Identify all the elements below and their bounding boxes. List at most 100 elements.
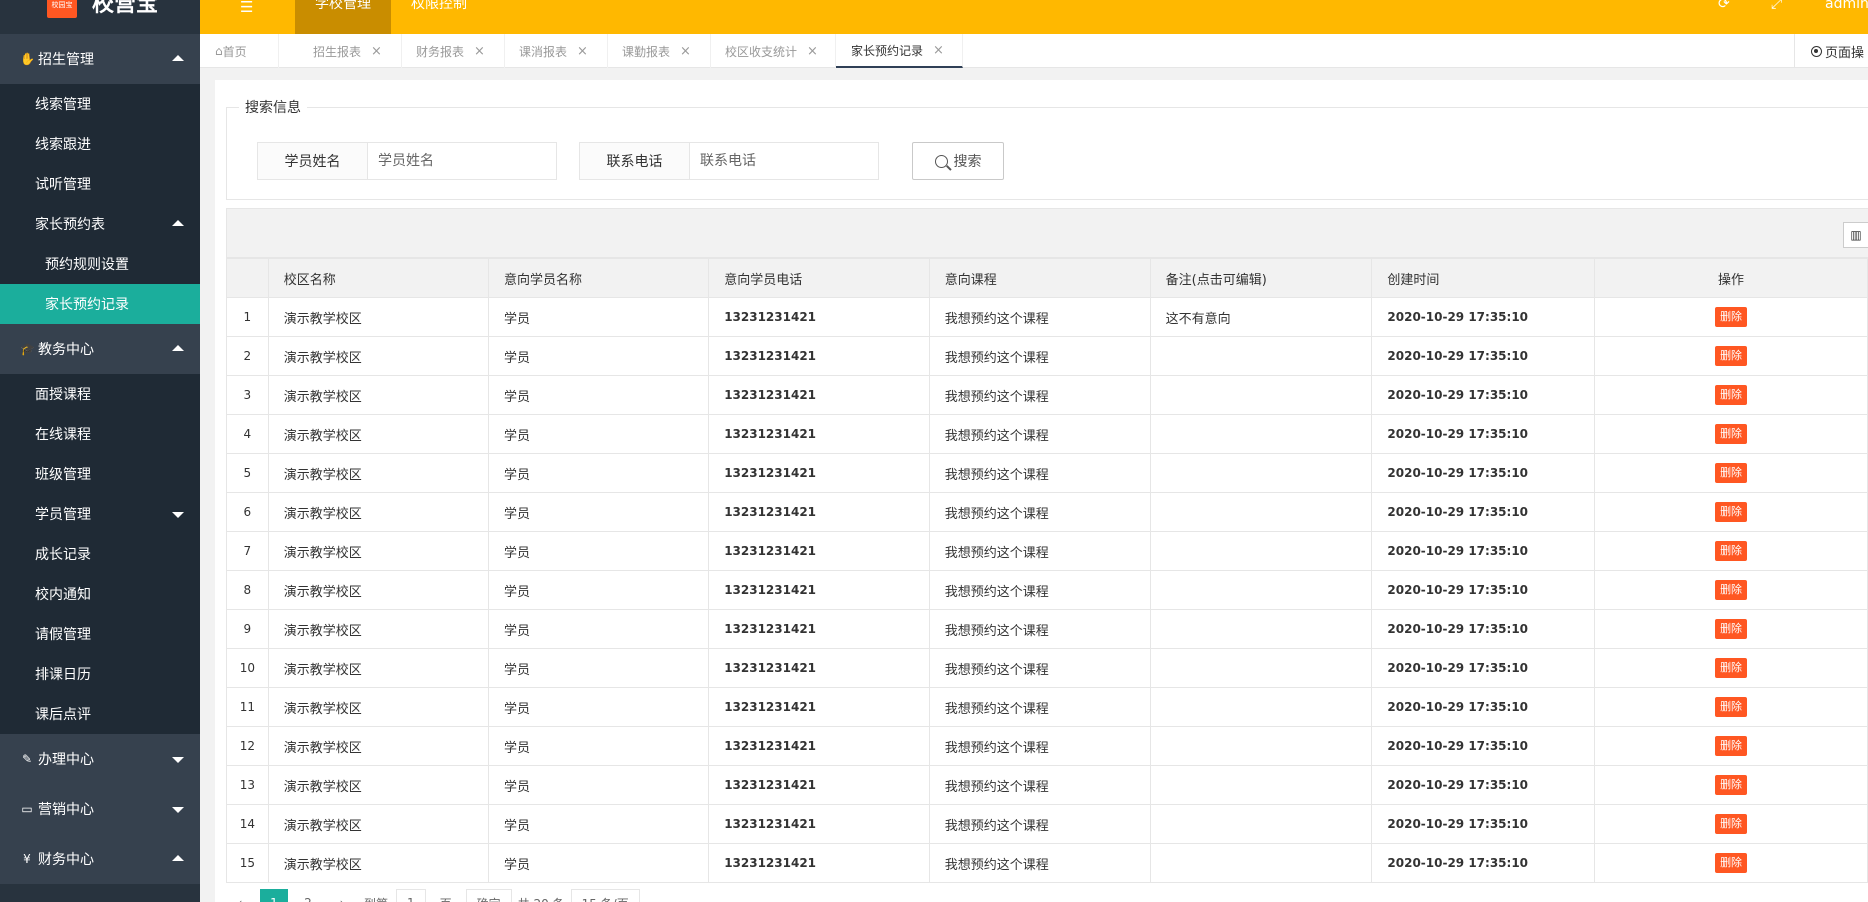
tab-home[interactable]: ⌂ 首页 [200,34,279,68]
search-button[interactable]: 搜索 [912,142,1004,180]
note-cell[interactable] [1149,336,1373,376]
actions-cell: 删除 [1594,297,1868,337]
note-cell[interactable] [1149,648,1373,688]
actions-cell: 删除 [1594,765,1868,805]
delete-button[interactable]: 删除 [1715,385,1748,405]
note-cell[interactable] [1149,492,1373,532]
column-filter-button[interactable]: ▥ [1843,222,1868,248]
note-cell[interactable]: 这不有意向 [1149,297,1373,337]
delete-button[interactable]: 删除 [1715,853,1748,873]
actions-cell: 删除 [1594,726,1868,766]
page-1-button[interactable]: 1 [260,889,288,902]
sidebar-item-leave[interactable]: 请假管理 [0,614,200,654]
note-cell[interactable] [1149,843,1373,883]
sidebar-item-parent-booking[interactable]: 家长预约表 [0,204,200,244]
user-menu[interactable]: admin [1825,0,1868,12]
close-icon[interactable]: × [680,44,691,59]
phone-input[interactable] [690,143,878,179]
sidebar-item-classes[interactable]: 班级管理 [0,454,200,494]
delete-button[interactable]: 删除 [1715,346,1748,366]
prev-page-button[interactable]: ‹ [226,889,254,902]
sidebar-item-offline-course[interactable]: 面授课程 [0,374,200,414]
yen-icon: ¥ [23,852,31,866]
student-name-input[interactable] [368,143,556,179]
close-icon[interactable]: × [577,44,588,59]
columns-icon: ▥ [1850,228,1862,242]
sidebar-item-booking-records[interactable]: 家长预约记录 [0,284,200,324]
created-cell: 2020-10-29 17:35:10 [1371,804,1596,844]
tab-campus-finance[interactable]: 校区收支统计 × [710,34,836,68]
delete-button[interactable]: 删除 [1715,814,1748,834]
delete-button[interactable]: 删除 [1715,463,1748,483]
sidebar-item-leads[interactable]: 线索管理 [0,84,200,124]
delete-button[interactable]: 删除 [1715,307,1748,327]
sidebar-item-booking-rules[interactable]: 预约规则设置 [0,244,200,284]
header-tab-permission[interactable]: 权限控制 [391,0,487,34]
table-row: 7 演示教学校区 学员 13231231421 我想预约这个课程 2020-10-29 1… [226,531,1868,571]
close-icon[interactable]: × [933,43,944,58]
tab-attendance-report[interactable]: 课勤报表 × [607,34,711,68]
delete-button[interactable]: 删除 [1715,619,1748,639]
per-page-select[interactable]: 15 条/页 [570,889,640,902]
goto-confirm-button[interactable]: 确定 [465,889,512,902]
menu-toggle-icon[interactable]: ☰ [240,0,253,16]
nav-group-marketing[interactable]: ▭ 营销中心 [0,784,200,834]
delete-button[interactable]: 删除 [1715,424,1748,444]
delete-button[interactable]: 删除 [1715,502,1748,522]
sidebar-item-calendar[interactable]: 排课日历 [0,654,200,694]
goto-page-input[interactable]: 1 [396,889,426,902]
note-cell[interactable] [1149,570,1373,610]
refresh-icon[interactable]: ⟳ [1718,0,1730,12]
tab-booking-records[interactable]: 家长预约记录 × [836,34,963,68]
close-icon[interactable]: × [371,44,382,59]
tab-recruit-report[interactable]: 招生报表 × [298,34,402,68]
delete-button[interactable]: 删除 [1715,580,1748,600]
table-row: 14 演示教学校区 学员 13231231421 我想预约这个课程 2020-10-29 … [226,804,1868,844]
nav-group-handle[interactable]: ✎ 办理中心 [0,734,200,784]
page-operations-button[interactable]: 页面操 [1794,34,1868,68]
note-cell[interactable] [1149,687,1373,727]
header-tab-school[interactable]: 学校管理 [295,0,391,34]
delete-button[interactable]: 删除 [1715,697,1748,717]
note-cell[interactable] [1149,453,1373,493]
sidebar-item-growth[interactable]: 成长记录 [0,534,200,574]
created-cell: 2020-10-29 17:35:10 [1371,843,1596,883]
nav-sub-recruit: 线索管理 线索跟进 试听管理 家长预约表 预约规则设置 家长预约记录 [0,84,200,324]
tab-consume-report[interactable]: 课消报表 × [504,34,608,68]
fullscreen-icon[interactable]: ⤢ [1771,0,1782,12]
phone-label: 联系电话 [580,143,690,179]
phone-cell: 13231231421 [708,531,930,571]
note-cell[interactable] [1149,375,1373,415]
sidebar-item-students[interactable]: 学员管理 [0,494,200,534]
nav-group-recruit[interactable]: ✋ 招生管理 [0,34,200,84]
sidebar-item-trial[interactable]: 试听管理 [0,164,200,204]
note-cell[interactable] [1149,726,1373,766]
next-page-button[interactable]: › [328,889,356,902]
tab-finance-report[interactable]: 财务报表 × [401,34,505,68]
course-cell: 我想预约这个课程 [928,687,1151,727]
note-cell[interactable] [1149,609,1373,649]
delete-button[interactable]: 删除 [1715,736,1748,756]
sidebar-item-review[interactable]: 课后点评 [0,694,200,734]
note-cell[interactable] [1149,531,1373,571]
col-created: 创建时间 [1371,258,1596,298]
campus-cell: 演示教学校区 [267,804,489,844]
note-cell[interactable] [1149,414,1373,454]
sidebar-item-online-course[interactable]: 在线课程 [0,414,200,454]
sidebar-item-notice[interactable]: 校内通知 [0,574,200,614]
delete-button[interactable]: 删除 [1715,541,1748,561]
page-2-button[interactable]: 2 [294,889,322,902]
phone-cell: 13231231421 [708,765,930,805]
delete-button[interactable]: 删除 [1715,658,1748,678]
close-icon[interactable]: × [474,44,485,59]
created-cell: 2020-10-29 17:35:10 [1371,453,1596,493]
student-cell: 学员 [487,492,710,532]
sidebar-item-lead-followup[interactable]: 线索跟进 [0,124,200,164]
delete-button[interactable]: 删除 [1715,775,1748,795]
nav-group-academic[interactable]: 🎓 教务中心 [0,324,200,374]
note-cell[interactable] [1149,804,1373,844]
nav-group-finance[interactable]: ¥ 财务中心 [0,834,200,884]
close-icon[interactable]: × [807,44,818,59]
note-cell[interactable] [1149,765,1373,805]
col-index [226,258,269,298]
